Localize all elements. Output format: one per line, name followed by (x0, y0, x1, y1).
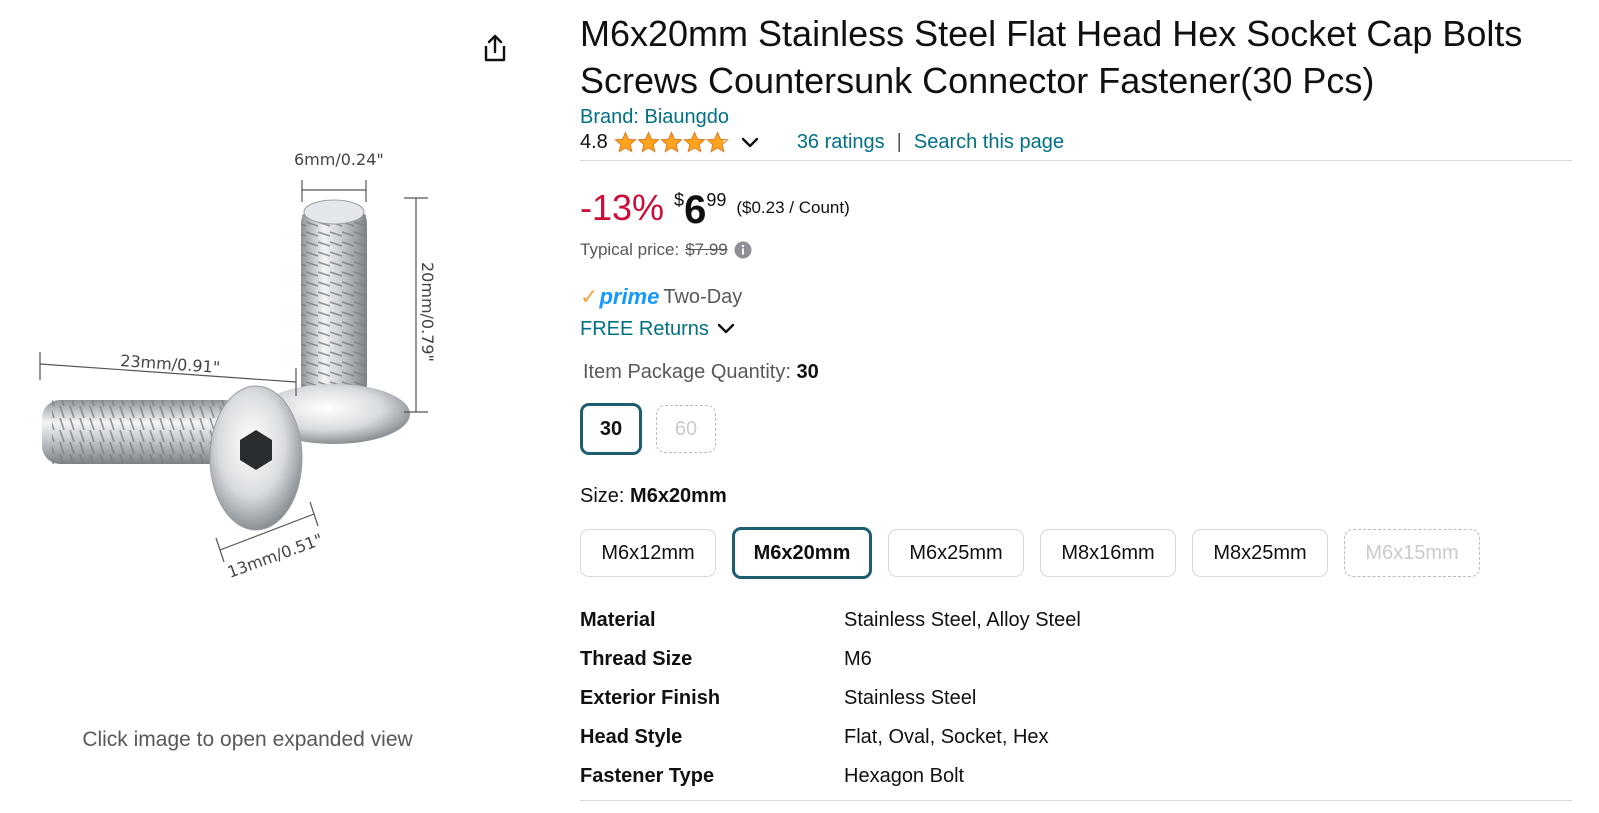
quantity-options: 30 60 (580, 403, 1580, 455)
spec-value: Hexagon Bolt (844, 765, 965, 787)
rating-separator: | (896, 131, 902, 153)
price-fraction: 99 (706, 190, 727, 210)
chevron-down-icon (717, 323, 735, 335)
quantity-selected-value: 30 (796, 361, 819, 383)
star-icon (613, 131, 637, 153)
size-selected-value: M6x20mm (630, 485, 727, 507)
dim-label-head: 23mm/0.91" (120, 351, 221, 377)
spec-table: Material Stainless Steel, Alloy Steel Th… (580, 601, 1572, 801)
spec-key: Thread Size (580, 648, 693, 670)
share-button[interactable] (478, 30, 512, 66)
product-details: M6x20mm Stainless Steel Flat Head Hex So… (580, 0, 1580, 801)
star-icon (636, 131, 660, 153)
size-options: M6x12mm M6x20mm M6x25mm M8x16mm M8x25mm … (580, 527, 1580, 579)
spec-key: Material (580, 609, 656, 631)
star-icon (659, 131, 683, 153)
spec-row: Material Stainless Steel, Alloy Steel (580, 601, 1572, 640)
prime-logo: ✓ prime (580, 284, 659, 310)
dim-label-thread: 13mm/0.51" (225, 530, 325, 582)
lying-bolt (42, 385, 303, 531)
typical-price-label: Typical price: (580, 240, 680, 259)
size-option-m6x20mm[interactable]: M6x20mm (732, 527, 872, 579)
typical-price-row: Typical price: $7.99 (580, 237, 1580, 263)
spec-key: Fastener Type (580, 765, 715, 787)
spec-value: Stainless Steel, Alloy Steel (844, 609, 1081, 631)
image-column: 6mm/0.24" 20mm/0.79" 23mm/0.91" 13mm/0.5… (0, 0, 560, 813)
search-page-link[interactable]: Search this page (914, 131, 1064, 154)
size-option-m8x25mm[interactable]: M8x25mm (1192, 529, 1328, 577)
rating-value: 4.8 (580, 131, 608, 153)
spec-key: Head Style (580, 726, 683, 748)
size-option-m6x12mm[interactable]: M6x12mm (580, 529, 716, 577)
quantity-option-30[interactable]: 30 (580, 403, 642, 455)
spec-value: Flat, Oval, Socket, Hex (844, 726, 1049, 748)
quantity-option-60[interactable]: 60 (656, 405, 716, 453)
spec-row: Fastener Type Hexagon Bolt (580, 757, 1572, 796)
unit-price: ($0.23 / Count) (736, 198, 850, 217)
info-icon[interactable] (734, 241, 752, 259)
spec-row: Exterior Finish Stainless Steel (580, 679, 1572, 718)
spec-value: Stainless Steel (844, 687, 977, 709)
prime-word: prime (599, 284, 660, 309)
brand-link[interactable]: Brand: Biaungdo (580, 106, 729, 129)
price-row: -13% $ 6 99 ($0.23 / Count) (580, 185, 1580, 232)
size-label: Size: (580, 485, 625, 507)
spec-key: Exterior Finish (580, 687, 721, 709)
dim-label-width: 6mm/0.24" (294, 150, 384, 169)
quantity-label-row: Item Package Quantity: 30 (583, 361, 1580, 389)
star-icon (682, 131, 706, 153)
quantity-label: Item Package Quantity: (583, 361, 791, 383)
typical-price-value: $7.99 (685, 240, 728, 259)
discount-percent: -13% (580, 187, 665, 228)
price-symbol: $ (674, 190, 685, 210)
star-rating[interactable] (613, 131, 729, 154)
bolts-illustration: 6mm/0.24" 20mm/0.79" 23mm/0.91" 13mm/0.5… (39, 150, 437, 582)
free-returns-toggle[interactable]: FREE Returns (580, 315, 1580, 343)
prime-check-icon: ✓ (580, 284, 599, 309)
expand-caption: Click image to open expanded view (82, 728, 413, 751)
price-whole: 6 (684, 188, 707, 232)
star-icon (705, 131, 729, 153)
spec-row: Head Style Flat, Oval, Socket, Hex (580, 718, 1572, 757)
ratings-count-link[interactable]: 36 ratings (797, 131, 885, 154)
product-title: M6x20mm Stainless Steel Flat Head Hex So… (580, 13, 1523, 101)
size-option-m6x25mm[interactable]: M6x25mm (888, 529, 1024, 577)
chevron-down-icon[interactable] (741, 137, 759, 149)
spec-row: Thread Size M6 (580, 640, 1572, 679)
size-label-row: Size: M6x20mm (580, 485, 1580, 513)
prime-speed: Two-Day (663, 285, 743, 308)
rating-row: 4.8 36 ratings | Search this page (580, 129, 1572, 161)
share-icon (484, 34, 506, 62)
size-option-m8x16mm[interactable]: M8x16mm (1040, 529, 1176, 577)
size-option-m6x15mm[interactable]: M6x15mm (1344, 529, 1480, 577)
product-image[interactable]: 6mm/0.24" 20mm/0.79" 23mm/0.91" 13mm/0.5… (18, 130, 548, 650)
free-returns-label: FREE Returns (580, 317, 709, 340)
spec-value: M6 (844, 648, 872, 670)
prime-row: ✓ prime Two-Day (580, 283, 1580, 311)
dim-label-length: 20mm/0.79" (418, 262, 437, 362)
